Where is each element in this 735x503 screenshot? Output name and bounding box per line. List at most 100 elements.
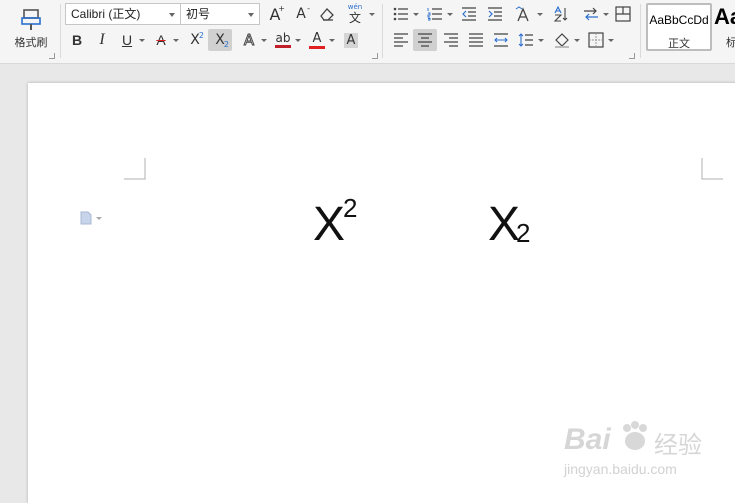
borders-button[interactable] <box>585 29 607 51</box>
pinyin-text: wén <box>347 3 363 11</box>
underline-button[interactable]: U <box>116 29 138 51</box>
font-size-value: 初号 <box>186 7 211 21</box>
chevron-down-icon[interactable] <box>139 39 145 42</box>
show-hide-button[interactable] <box>612 3 634 25</box>
char-shading-icon: A <box>343 32 359 48</box>
style-heading[interactable]: Aa 标 <box>714 4 735 50</box>
layout-icon <box>615 6 631 22</box>
paint-bucket-icon <box>555 33 569 48</box>
format-painter-icon <box>21 8 41 30</box>
paragraph-handle[interactable] <box>80 211 102 225</box>
distributed-button[interactable] <box>490 29 512 51</box>
bold-button[interactable]: B <box>66 29 88 51</box>
eraser-icon <box>320 8 334 21</box>
subscript-button[interactable]: X 2 <box>208 29 232 51</box>
strikethrough-icon: A <box>156 32 166 48</box>
justify-button[interactable] <box>465 29 487 51</box>
chevron-down-icon[interactable] <box>173 39 179 42</box>
superscript-base-text[interactable]: X <box>313 201 345 249</box>
font-size-select[interactable]: 初号 <box>180 3 260 25</box>
pinyin-guide-button[interactable]: wén 文 <box>342 2 368 26</box>
subscript-index-text[interactable]: 2 <box>516 220 530 246</box>
increase-indent-button[interactable] <box>484 3 506 25</box>
decrease-indent-button[interactable] <box>458 3 480 25</box>
ribbon-toolbar: 格式刷 Calibri (正文) 初号 A + A - wén 文 B I U <box>0 0 735 64</box>
chevron-down-icon[interactable] <box>261 39 267 42</box>
char-shading-button[interactable]: A <box>340 29 362 51</box>
shrink-font-icon: A <box>296 6 306 22</box>
sort-button[interactable] <box>550 3 572 25</box>
bullet-list-icon <box>393 7 408 21</box>
margin-corner-top-right <box>701 158 723 180</box>
indent-icon <box>488 7 502 21</box>
swap-icon <box>584 7 598 21</box>
chevron-down-icon[interactable] <box>369 13 375 16</box>
font-color-icon: A <box>312 30 322 46</box>
format-painter-button[interactable]: 格式刷 <box>6 2 56 54</box>
paragraph-launcher[interactable] <box>629 53 635 59</box>
chevron-down-icon[interactable] <box>447 13 453 16</box>
group-separator <box>382 4 383 58</box>
group-separator <box>640 4 641 58</box>
bullets-button[interactable] <box>390 3 412 25</box>
pinyin-icon: 文 <box>348 11 361 25</box>
underline-icon: U <box>121 32 133 48</box>
align-right-button[interactable] <box>440 29 462 51</box>
sort-icon <box>553 6 568 22</box>
document-icon <box>80 211 92 225</box>
grow-font-button[interactable]: A + <box>264 3 286 25</box>
font-color-bar <box>309 45 325 49</box>
shading-button[interactable] <box>551 29 573 51</box>
superscript-button[interactable]: X 2 <box>184 29 206 51</box>
clipboard-launcher[interactable] <box>49 53 55 59</box>
chevron-down-icon[interactable] <box>538 39 544 42</box>
align-left-button[interactable] <box>390 29 412 51</box>
chevron-down-icon <box>96 216 102 220</box>
chevron-down-icon[interactable] <box>295 39 301 42</box>
text-effect-button[interactable]: A <box>238 29 260 51</box>
chevron-down-icon[interactable] <box>537 13 543 16</box>
align-left-icon <box>394 33 408 47</box>
clear-format-button[interactable] <box>316 3 338 25</box>
chevron-down-icon[interactable] <box>603 13 609 16</box>
font-launcher[interactable] <box>372 53 378 59</box>
strikethrough-button[interactable]: A <box>150 29 172 51</box>
outdent-icon <box>462 7 476 21</box>
borders-icon <box>588 32 604 48</box>
watermark-brand-suffix: 经验 <box>654 432 702 459</box>
superscript-exponent-text[interactable]: 2 <box>343 195 357 221</box>
minus-icon: - <box>307 4 310 13</box>
style-normal[interactable]: AaBbCcDd 正文 <box>646 3 712 51</box>
watermark-url: jingyan.baidu.com <box>564 461 677 477</box>
line-spacing-button[interactable] <box>515 29 537 51</box>
numbered-list-icon <box>427 8 442 21</box>
font-name-select[interactable]: Calibri (正文) <box>65 3 181 25</box>
line-spacing-icon <box>518 33 533 47</box>
highlight-icon: ab <box>275 31 291 45</box>
subscript-icon-digit: 2 <box>223 40 229 49</box>
style-normal-label: 正文 <box>668 37 690 50</box>
shrink-font-button[interactable]: A - <box>290 3 312 25</box>
chevron-down-icon[interactable] <box>608 39 614 42</box>
margin-corner-top-left <box>124 158 146 180</box>
highlight-button[interactable]: ab <box>272 29 294 51</box>
group-separator <box>60 4 61 58</box>
font-name-value: Calibri (正文) <box>71 7 141 21</box>
chevron-down-icon <box>248 13 254 17</box>
chevron-down-icon[interactable] <box>413 13 419 16</box>
bold-icon: B <box>71 32 83 48</box>
paw-logo-icon <box>623 421 647 450</box>
italic-button[interactable]: I <box>91 29 113 51</box>
font-color-button[interactable]: A <box>306 29 328 51</box>
style-heading-sample: Aa <box>714 4 735 29</box>
align-center-button[interactable] <box>413 29 437 51</box>
text-direction-button[interactable] <box>580 3 602 25</box>
chevron-down-icon[interactable] <box>329 39 335 42</box>
change-case-button[interactable] <box>512 3 536 25</box>
chevron-down-icon[interactable] <box>574 39 580 42</box>
change-case-icon <box>515 6 529 22</box>
style-normal-sample: AaBbCcDd <box>649 13 709 27</box>
numbering-button[interactable] <box>424 3 446 25</box>
plus-icon: + <box>278 4 285 13</box>
text-effect-icon: A <box>243 31 255 50</box>
